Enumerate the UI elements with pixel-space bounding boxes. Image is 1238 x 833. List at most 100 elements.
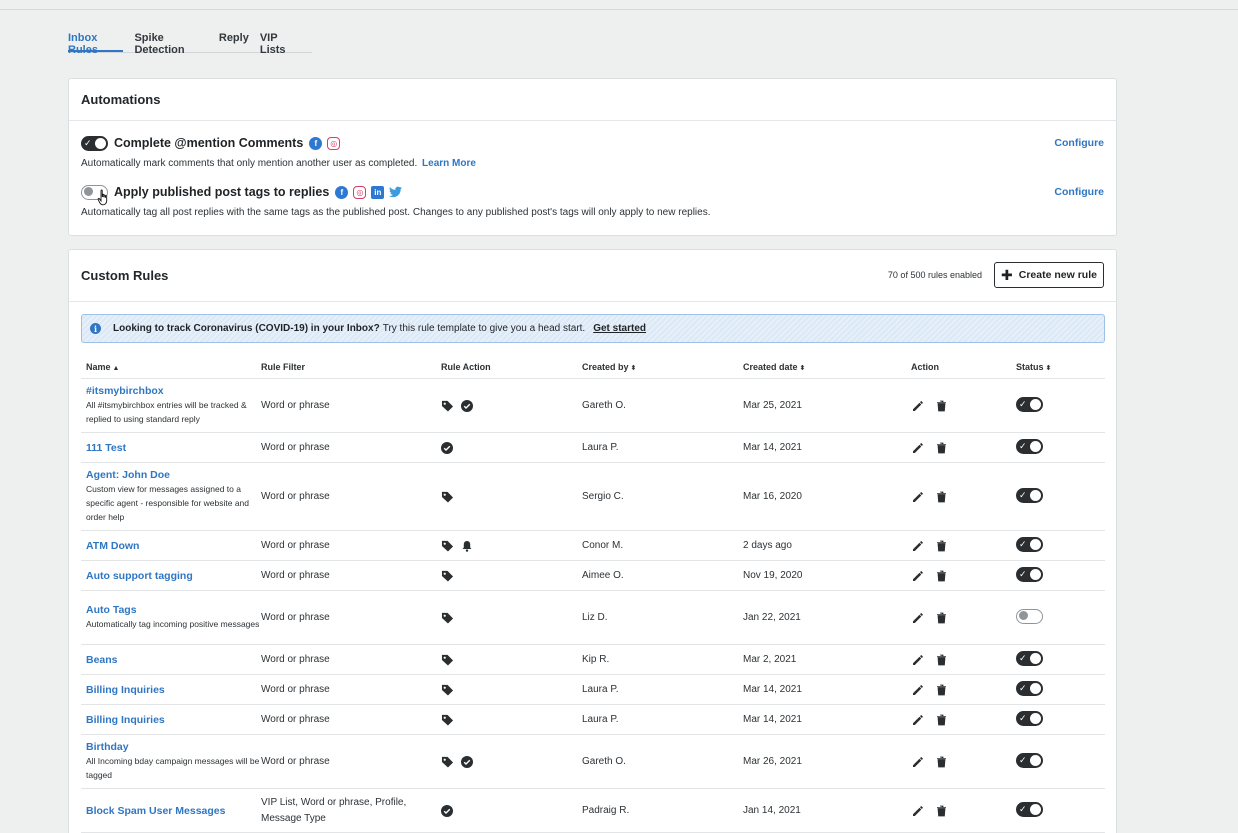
banner-bold-text: Looking to track Coronavirus (COVID-19) … [113, 323, 380, 334]
sort-icon: ⬍ [1045, 364, 1052, 372]
rule-name-link[interactable]: Block Spam User Messages [86, 805, 261, 817]
sort-icon: ⬍ [630, 364, 637, 372]
rule-description: Automatically tag incoming positive mess… [86, 619, 260, 629]
rule-status-toggle[interactable] [1016, 710, 1043, 726]
tab-reply[interactable]: Reply [219, 30, 249, 52]
created-date: Mar 26, 2021 [743, 756, 802, 767]
created-by: Gareth O. [582, 756, 626, 767]
rule-status-toggle[interactable] [1016, 536, 1043, 552]
mention-comments-toggle[interactable] [81, 135, 108, 151]
edit-icon[interactable] [912, 612, 924, 624]
custom-rules-card: Custom Rules 70 of 500 rules enabled ✚ Cr… [68, 249, 1117, 833]
created-date: Mar 14, 2021 [743, 684, 802, 695]
plus-icon: ✚ [1001, 267, 1013, 283]
rule-filter: Word or phrase [261, 569, 330, 581]
tab-bar: Inbox Rules Spike Detection Reply VIP Li… [68, 30, 312, 56]
create-new-rule-button[interactable]: ✚ Create new rule [994, 262, 1104, 288]
get-started-link[interactable]: Get started [593, 323, 646, 334]
tag-icon [441, 612, 454, 624]
table-row: Agent: John Doe Custom view for messages … [81, 463, 1105, 531]
automation-title: Complete @mention Comments [114, 136, 304, 150]
trash-icon[interactable] [936, 684, 947, 696]
edit-icon[interactable] [912, 442, 924, 454]
configure-link[interactable]: Configure [1054, 186, 1104, 198]
table-row: Block Spam User Messages VIP List, Word … [81, 789, 1105, 833]
trash-icon[interactable] [936, 756, 947, 768]
edit-icon[interactable] [912, 756, 924, 768]
table-row: 111 Test Word or phrase Laura P. Mar 14,… [81, 433, 1105, 463]
tab-inbox-rules[interactable]: Inbox Rules [68, 30, 124, 56]
custom-rules-title: Custom Rules [81, 268, 169, 283]
col-filter: Rule Filter [261, 361, 306, 372]
col-action: Rule Action [441, 361, 491, 372]
trash-icon[interactable] [936, 400, 947, 412]
trash-icon[interactable] [936, 491, 947, 503]
rule-name-link[interactable]: Agent: John Doe [86, 469, 261, 481]
rule-name-link[interactable]: Billing Inquiries [86, 684, 261, 696]
trash-icon[interactable] [936, 570, 947, 582]
created-by: Sergio C. [582, 491, 624, 502]
edit-icon[interactable] [912, 805, 924, 817]
trash-icon[interactable] [936, 714, 947, 726]
configure-link[interactable]: Configure [1054, 137, 1104, 149]
sort-asc-icon: ▲ [112, 364, 120, 372]
rule-name-link[interactable]: #itsmybirchbox [86, 385, 261, 397]
tag-icon [441, 756, 454, 768]
table-row: Auto Tags Automatically tag incoming posi… [81, 591, 1105, 645]
rule-name-link[interactable]: Auto support tagging [86, 570, 261, 582]
edit-icon[interactable] [912, 540, 924, 552]
rule-name-link[interactable]: Auto Tags [86, 604, 261, 616]
automation-post-tags: Apply published post tags to replies f ◎… [81, 182, 1104, 218]
hand-cursor-icon [97, 189, 111, 209]
rule-actions [441, 399, 582, 412]
trash-icon[interactable] [936, 654, 947, 666]
trash-icon[interactable] [936, 442, 947, 454]
rule-status-toggle[interactable] [1016, 608, 1043, 624]
rule-filter: Word or phrase [261, 539, 330, 551]
rule-status-toggle[interactable] [1016, 801, 1043, 817]
automation-title: Apply published post tags to replies [114, 185, 330, 199]
rule-status-toggle[interactable] [1016, 752, 1043, 768]
col-created-by[interactable]: Created by ⬍ [582, 362, 743, 372]
edit-icon[interactable] [912, 714, 924, 726]
learn-more-link[interactable]: Learn More [422, 158, 476, 169]
rule-status-toggle[interactable] [1016, 438, 1043, 454]
created-by: Laura P. [582, 684, 619, 695]
edit-icon[interactable] [912, 684, 924, 696]
rule-status-toggle[interactable] [1016, 650, 1043, 666]
trash-icon[interactable] [936, 612, 947, 624]
rule-status-toggle[interactable] [1016, 566, 1043, 582]
rule-name-link[interactable]: 111 Test [86, 442, 261, 454]
tab-vip-lists[interactable]: VIP Lists [260, 30, 301, 56]
rule-name-link[interactable]: Beans [86, 654, 261, 666]
rule-description: All #itsmybirchbox entries will be track… [86, 400, 247, 424]
table-row: Auto support tagging Word or phrase Aime… [81, 561, 1105, 591]
check-circle-icon [461, 755, 473, 768]
rule-filter: Word or phrase [261, 611, 330, 623]
rule-filter: Word or phrase [261, 755, 330, 767]
col-created-date[interactable]: Created date ⬍ [743, 362, 911, 372]
rule-name-link[interactable]: ATM Down [86, 540, 261, 552]
edit-icon[interactable] [912, 654, 924, 666]
rule-status-toggle[interactable] [1016, 680, 1043, 696]
rule-filter: VIP List, Word or phrase, Profile, Messa… [261, 796, 407, 824]
rule-status-toggle[interactable] [1016, 487, 1043, 503]
rule-name-link[interactable]: Billing Inquiries [86, 714, 261, 726]
covid-banner: i Looking to track Coronavirus (COVID-19… [81, 314, 1105, 343]
facebook-icon: f [309, 136, 323, 150]
rule-status-toggle[interactable] [1016, 396, 1043, 412]
created-by: Laura P. [582, 714, 619, 725]
info-icon: i [90, 323, 101, 334]
col-name[interactable]: Name ▲ [81, 362, 261, 372]
table-row: #itsmybirchbox All #itsmybirchbox entries… [81, 379, 1105, 433]
trash-icon[interactable] [936, 540, 947, 552]
sort-icon: ⬍ [799, 364, 806, 372]
rule-name-link[interactable]: Birthday [86, 741, 261, 753]
tab-spike-detection[interactable]: Spike Detection [134, 30, 207, 56]
trash-icon[interactable] [936, 805, 947, 817]
rule-actions [441, 570, 582, 582]
edit-icon[interactable] [912, 491, 924, 503]
edit-icon[interactable] [912, 570, 924, 582]
edit-icon[interactable] [912, 400, 924, 412]
col-status[interactable]: Status ⬍ [1016, 362, 1105, 372]
